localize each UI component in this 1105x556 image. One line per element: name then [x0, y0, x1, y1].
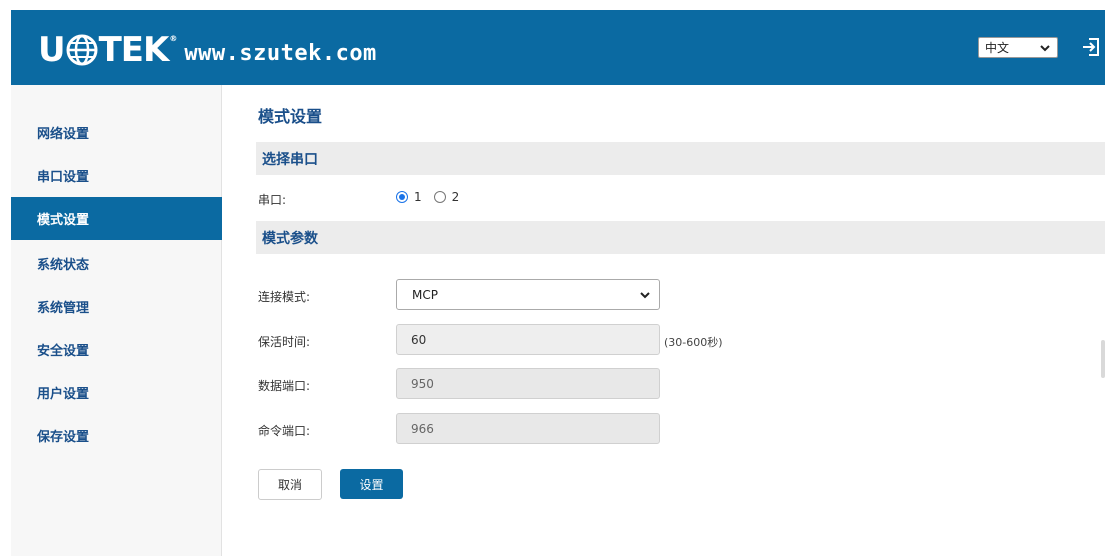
- section-title: 模式参数: [262, 230, 318, 247]
- mode-label: 连接模式:: [258, 290, 311, 304]
- sidebar-item-label: 安全设置: [37, 344, 90, 359]
- section-title: 选择串口: [262, 151, 318, 168]
- scrollbar-thumb[interactable]: [1101, 340, 1105, 378]
- keepalive-label: 保活时间:: [258, 335, 311, 349]
- mode-value: MCP: [412, 287, 438, 302]
- serial-radio-group: 1 2: [396, 190, 471, 204]
- cmd-port-value: 966: [411, 421, 434, 436]
- sidebar-item-save[interactable]: 保存设置: [11, 414, 222, 457]
- cmd-port-input: 966: [396, 413, 660, 444]
- site-url: www.szutek.com: [184, 40, 377, 66]
- section-select-serial: 选择串口: [256, 142, 1105, 175]
- serial-label: 串口:: [258, 193, 287, 207]
- radio-checked[interactable]: [396, 191, 408, 203]
- radio-label: 2: [451, 190, 460, 204]
- sidebar-item-network[interactable]: 网络设置: [11, 111, 222, 154]
- data-port-value: 950: [411, 376, 434, 391]
- language-select[interactable]: 中文: [978, 37, 1058, 58]
- logo-text-left: U: [38, 30, 66, 70]
- main-content: 模式设置 选择串口 串口: 1 2 模式参数 连接模式: MCP 保活时间: 6…: [256, 85, 1105, 556]
- sidebar-item-status[interactable]: 系统状态: [11, 242, 222, 285]
- radio-unchecked[interactable]: [433, 191, 446, 203]
- cancel-button[interactable]: 取消: [258, 469, 322, 500]
- keepalive-hint: (30-600秒): [664, 336, 723, 349]
- sidebar-item-label: 保存设置: [37, 430, 90, 445]
- mode-select[interactable]: MCP: [396, 279, 660, 310]
- data-port-label: 数据端口:: [258, 379, 311, 393]
- logout-icon[interactable]: [1080, 36, 1102, 58]
- sidebar-item-security[interactable]: 安全设置: [11, 328, 222, 371]
- sidebar-item-label: 系统状态: [37, 258, 90, 273]
- sidebar-item-label: 用户设置: [37, 387, 90, 402]
- sidebar-item-label: 系统管理: [37, 301, 90, 316]
- language-value: 中文: [985, 41, 1010, 55]
- registered-mark: ®: [169, 33, 177, 43]
- logo-mark: U TEK ®: [38, 30, 177, 70]
- sidebar-item-label: 模式设置: [37, 213, 90, 228]
- sidebar-item-mode[interactable]: 模式设置: [11, 197, 222, 240]
- keepalive-value: 60: [411, 332, 427, 347]
- sidebar-item-label: 网络设置: [37, 127, 90, 142]
- page-title: 模式设置: [258, 107, 323, 126]
- serial-option-1[interactable]: 1: [396, 190, 422, 204]
- logo-text-right: TEK: [98, 30, 170, 70]
- keepalive-input[interactable]: 60: [396, 324, 660, 355]
- save-button[interactable]: 设置: [340, 469, 403, 499]
- sidebar-item-system[interactable]: 系统管理: [11, 285, 222, 328]
- serial-option-2[interactable]: 2: [433, 190, 460, 204]
- utek-logo: U TEK ® www.szutek.com: [38, 30, 377, 70]
- radio-label: 1: [414, 190, 422, 204]
- sidebar: 网络设置 串口设置 模式设置 系统状态 系统管理 安全设置 用户设置 保存设置: [11, 85, 222, 556]
- save-label: 设置: [359, 477, 384, 492]
- sidebar-item-label: 串口设置: [37, 170, 90, 185]
- chevron-down-icon: [640, 291, 650, 298]
- chevron-down-icon: [1040, 44, 1050, 51]
- cmd-port-label: 命令端口:: [258, 424, 311, 438]
- sidebar-item-serial[interactable]: 串口设置: [11, 154, 222, 197]
- cancel-label: 取消: [277, 478, 302, 492]
- data-port-input: 950: [396, 368, 660, 399]
- globe-icon: [66, 34, 98, 66]
- sidebar-item-users[interactable]: 用户设置: [11, 371, 222, 414]
- section-mode-params: 模式参数: [256, 221, 1105, 254]
- header-bar: U TEK ® www.szutek.com 中文: [11, 10, 1105, 85]
